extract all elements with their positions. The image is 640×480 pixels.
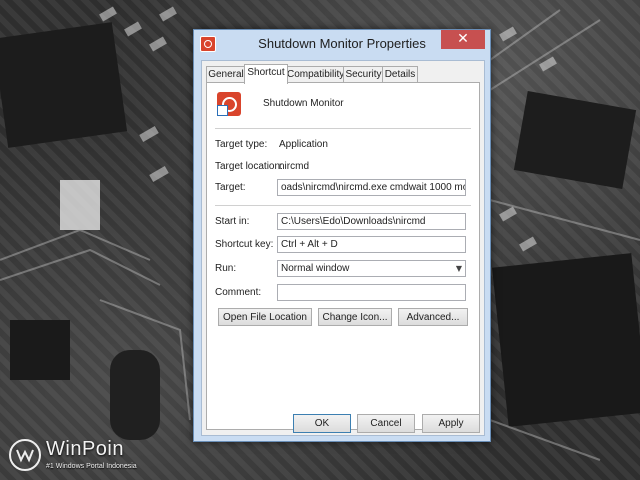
target-label: Target: [215, 182, 246, 193]
properties-dialog: Shutdown Monitor Properties ✕ General Sh… [193, 29, 491, 442]
shortcut-icon [217, 92, 241, 116]
target-input[interactable]: oads\nircmd\nircmd.exe cmdwait 1000 moni… [277, 179, 466, 196]
run-select[interactable]: Normal window ▼ [277, 260, 466, 277]
target-type-value: Application [279, 139, 328, 150]
close-button[interactable]: ✕ [441, 30, 485, 49]
advanced-button[interactable]: Advanced... [398, 308, 468, 326]
watermark-name: WinPoin [46, 438, 124, 460]
start-in-label: Start in: [215, 216, 250, 227]
winpoin-logo-icon [9, 439, 41, 471]
comment-input[interactable] [277, 284, 466, 301]
run-label: Run: [215, 263, 237, 274]
winpoin-watermark: WinPoin #1 Windows Portal Indonesia [6, 436, 156, 476]
shortcut-key-label: Shortcut key: [215, 239, 274, 250]
target-location-label: Target location: [215, 161, 283, 172]
target-location-value: nircmd [279, 161, 310, 172]
chevron-down-icon: ▼ [455, 264, 462, 273]
separator [215, 128, 471, 129]
title-bar[interactable]: Shutdown Monitor Properties ✕ [194, 30, 490, 58]
start-in-input[interactable]: C:\Users\Edo\Downloads\nircmd [277, 213, 466, 230]
ok-button[interactable]: OK [293, 414, 351, 433]
tab-shortcut[interactable]: Shortcut [244, 64, 288, 84]
open-file-location-button[interactable]: Open File Location [218, 308, 312, 326]
target-type-label: Target type: [215, 139, 268, 150]
shortcut-name: Shutdown Monitor [263, 98, 344, 109]
watermark-tagline: #1 Windows Portal Indonesia [46, 463, 137, 470]
target-input-value: oads\nircmd\nircmd.exe cmdwait 1000 moni… [281, 182, 465, 193]
cancel-button[interactable]: Cancel [357, 414, 415, 433]
shortcut-key-input[interactable]: Ctrl + Alt + D [277, 236, 466, 253]
dialog-client-area: General Shortcut Compatibility Security … [201, 60, 485, 436]
apply-button[interactable]: Apply [422, 414, 480, 433]
shortcut-tab-panel: Shutdown Monitor Target type: Applicatio… [206, 82, 480, 430]
run-select-value: Normal window [281, 263, 350, 274]
comment-label: Comment: [215, 287, 262, 298]
change-icon-button[interactable]: Change Icon... [318, 308, 392, 326]
separator [215, 205, 471, 206]
